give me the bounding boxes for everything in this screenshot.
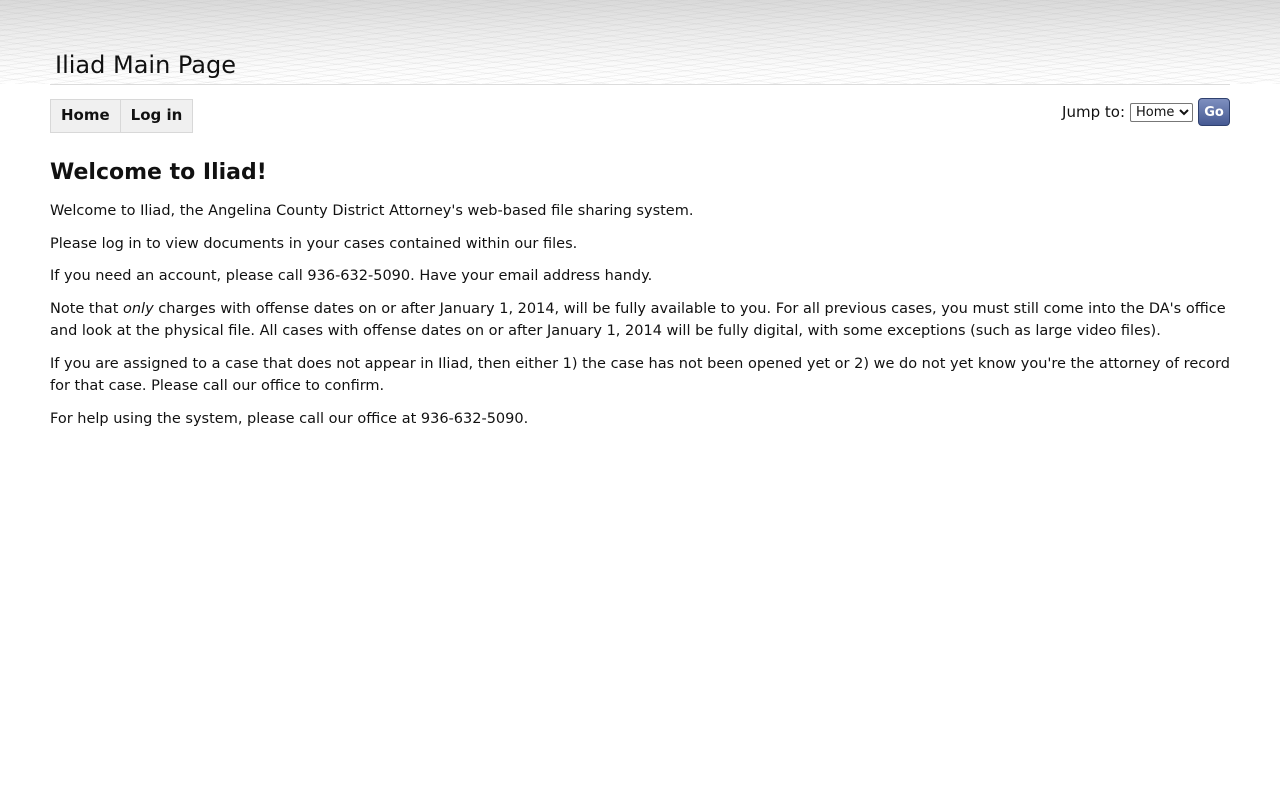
availability-prefix: Note that: [50, 300, 123, 317]
help-paragraph: For help using the system, please call o…: [50, 410, 529, 427]
jump-to-form: Jump to: Home Go: [1062, 98, 1230, 126]
assignment-paragraph: If you are assigned to a case that does …: [50, 355, 1231, 395]
main-content: Welcome to Iliad! Welcome to Iliad, the …: [50, 158, 1230, 440]
main-nav: Home Log in: [50, 99, 194, 133]
availability-paragraph: Note that only charges with offense date…: [50, 298, 1230, 343]
jump-to-select[interactable]: Home: [1130, 102, 1193, 122]
title-divider: [50, 84, 1230, 85]
nav-login-link[interactable]: Log in: [119, 100, 193, 132]
nav-home-link[interactable]: Home: [51, 100, 120, 132]
availability-emphasis: only: [123, 300, 154, 317]
go-button[interactable]: Go: [1198, 98, 1230, 126]
availability-rest: charges with offense dates on or after J…: [50, 300, 1226, 340]
jump-to-label: Jump to:: [1062, 103, 1125, 121]
welcome-heading: Welcome to Iliad!: [50, 160, 267, 185]
account-paragraph: If you need an account, please call 936-…: [50, 268, 653, 284]
intro-paragraph: Welcome to Iliad, the Angelina County Di…: [50, 203, 694, 219]
login-paragraph: Please log in to view documents in your …: [50, 235, 578, 252]
page-title: Iliad Main Page: [55, 51, 237, 79]
